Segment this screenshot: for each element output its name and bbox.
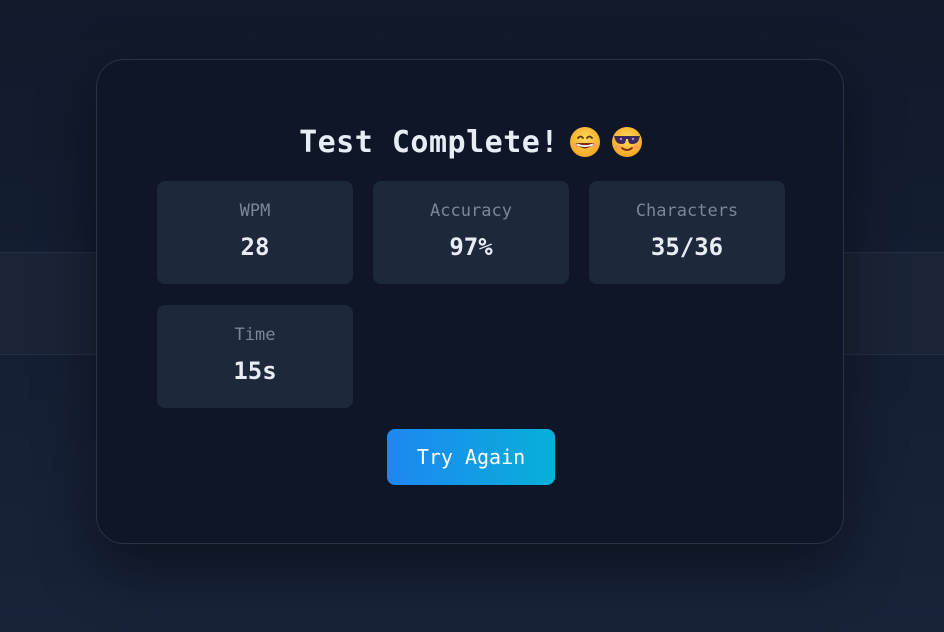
stat-value: 28 [240,233,270,261]
stat-value: 35/36 [650,233,724,261]
smiling-face-with-sunglasses-icon [611,126,643,158]
stat-label: WPM [239,201,271,221]
stat-label: Characters [635,201,739,221]
grinning-face-icon [569,126,601,158]
stat-value: 97% [449,233,493,261]
stat-card-characters: Characters 35/36 [589,181,785,284]
stat-value: 15s [233,357,277,385]
stat-label: Time [234,325,276,345]
results-card: Test Complete! WPM 28 Accuracy 97% Chara… [96,59,844,544]
try-again-button[interactable]: Try Again [387,429,555,485]
title-row: Test Complete! [97,120,845,164]
stat-card-wpm: WPM 28 [157,181,353,284]
stat-card-time: Time 15s [157,305,353,408]
results-title: Test Complete! [299,124,559,160]
stat-label: Accuracy [430,201,512,221]
stat-card-accuracy: Accuracy 97% [373,181,569,284]
